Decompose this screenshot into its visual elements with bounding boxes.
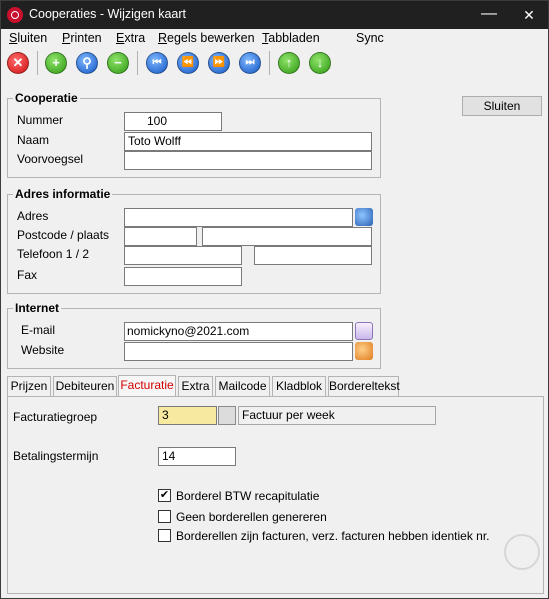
- menu-sluiten[interactable]: Sluiten: [9, 31, 47, 45]
- menu-label: egels bewerken: [167, 31, 255, 45]
- close-window-button[interactable]: ✕: [519, 5, 539, 25]
- tab-kladblok[interactable]: Kladblok: [272, 376, 326, 397]
- facturatiegroep-label: Facturatiegroep: [13, 410, 98, 424]
- betalingstermijn-label: Betalingstermijn: [13, 449, 99, 463]
- naam-field[interactable]: Toto Wolff: [124, 132, 372, 151]
- menu-bar: Sluiten Printen Extra Regels bewerken Ta…: [1, 29, 548, 47]
- borderel-btw-checkbox[interactable]: ✔: [158, 489, 171, 502]
- adres-label: Adres: [17, 209, 49, 223]
- telefoon-label: Telefoon 1 / 2: [17, 247, 90, 261]
- menu-label: rinten: [70, 31, 102, 45]
- borderellen-facturen-checkbox[interactable]: [158, 529, 171, 542]
- menu-label: abbladen: [268, 31, 320, 45]
- facturatiegroep-code-field[interactable]: 3: [158, 406, 217, 425]
- group-legend: Internet: [13, 301, 62, 315]
- postcode-label: Postcode / plaats: [17, 228, 110, 242]
- toolbar-separator: [37, 51, 38, 75]
- menu-mnemonic: R: [158, 31, 168, 45]
- borderellen-facturen-label: Borderellen zijn facturen, verz. facture…: [176, 529, 490, 543]
- plaats-field[interactable]: [202, 227, 372, 246]
- telefoon1-field[interactable]: [124, 246, 242, 265]
- tab-debiteuren[interactable]: Debiteuren: [53, 376, 117, 397]
- last-record-icon[interactable]: ⏭: [239, 52, 261, 74]
- search-icon[interactable]: ⚲: [76, 52, 98, 74]
- naam-label: Naam: [17, 133, 50, 147]
- geen-borderellen-label: Geen borderellen genereren: [176, 510, 327, 524]
- toolbar: ✕ + ⚲ − ⏮ ⏪ ⏩ ⏭ ↑ ↓: [1, 47, 548, 81]
- facturatiegroep-description: Factuur per week: [238, 406, 436, 425]
- add-icon[interactable]: +: [45, 52, 67, 74]
- nummer-label: Nummer: [17, 113, 64, 127]
- geen-borderellen-checkbox[interactable]: [158, 510, 171, 523]
- voorvoegsel-field[interactable]: [124, 151, 372, 170]
- move-up-icon[interactable]: ↑: [278, 52, 300, 74]
- window-title: Cooperaties - Wijzigen kaart: [29, 7, 187, 21]
- fax-field[interactable]: [124, 267, 242, 286]
- tab-bordereltekst[interactable]: Bordereltekst: [328, 376, 400, 397]
- remove-icon[interactable]: −: [107, 52, 129, 74]
- title-bar: Cooperaties - Wijzigen kaart — ✕: [1, 1, 548, 29]
- window: Cooperaties - Wijzigen kaart — ✕ Sluiten…: [0, 0, 549, 599]
- sluiten-button[interactable]: Sluiten: [462, 96, 542, 116]
- adres-field[interactable]: [124, 208, 353, 227]
- lookup-search-icon[interactable]: [218, 406, 236, 425]
- website-label: Website: [21, 343, 65, 357]
- email-field[interactable]: nomickyno@2021.com: [124, 322, 353, 341]
- previous-record-icon[interactable]: ⏪: [177, 52, 199, 74]
- minimize-button[interactable]: —: [479, 5, 499, 25]
- toolbar-separator: [137, 51, 138, 75]
- app-logo-icon: [7, 7, 23, 23]
- menu-label: xtra: [124, 31, 146, 45]
- telefoon2-field[interactable]: [254, 246, 372, 265]
- menu-printen[interactable]: Printen: [62, 31, 102, 45]
- tab-prijzen[interactable]: Prijzen: [7, 376, 51, 397]
- voorvoegsel-label: Voorvoegsel: [17, 152, 84, 166]
- tab-extra[interactable]: Extra: [178, 376, 213, 397]
- menu-extra[interactable]: Extra: [116, 31, 145, 45]
- globe-icon[interactable]: [355, 208, 373, 226]
- nummer-field[interactable]: 100: [124, 112, 222, 131]
- next-record-icon[interactable]: ⏩: [208, 52, 230, 74]
- tab-mailcode[interactable]: Mailcode: [215, 376, 270, 397]
- tab-facturatie[interactable]: Facturatie: [118, 375, 176, 397]
- toolbar-separator: [269, 51, 270, 75]
- menu-label: luiten: [17, 31, 48, 45]
- move-down-icon[interactable]: ↓: [309, 52, 331, 74]
- group-legend: Cooperatie: [13, 91, 80, 105]
- borderel-btw-label: Borderel BTW recapitulatie: [176, 489, 320, 503]
- menu-regels-bewerken[interactable]: Regels bewerken: [158, 31, 255, 45]
- group-legend: Adres informatie: [13, 187, 113, 201]
- fax-label: Fax: [17, 268, 38, 282]
- email-send-icon[interactable]: [355, 322, 373, 340]
- postcode-field[interactable]: [124, 227, 197, 246]
- email-label: E-mail: [21, 323, 56, 337]
- menu-label: Sync: [356, 31, 384, 45]
- browser-icon[interactable]: [355, 342, 373, 360]
- cancel-icon[interactable]: ✕: [7, 52, 29, 74]
- first-record-icon[interactable]: ⏮: [146, 52, 168, 74]
- menu-tabbladen[interactable]: Tabbladen: [262, 31, 320, 45]
- website-field[interactable]: [124, 342, 353, 361]
- menu-sync[interactable]: Sync: [356, 31, 384, 45]
- logo-watermark-icon: [504, 534, 540, 570]
- betalingstermijn-field[interactable]: 14: [158, 447, 236, 466]
